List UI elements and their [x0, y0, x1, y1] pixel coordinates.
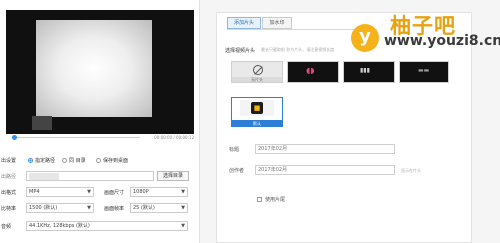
author-hint: 显示在片头: [401, 168, 421, 173]
progress-track[interactable]: [14, 137, 140, 138]
format-row: 出格式 MP4 ▼ 画面尺寸 1080P ▼: [0, 187, 200, 199]
audio-value: 44.1KHz, 128kbps (默认): [29, 223, 90, 229]
framerate-select[interactable]: 25 (默认) ▼: [130, 203, 188, 213]
size-select[interactable]: 1080P ▼: [130, 187, 188, 197]
tile-preview: ■: [240, 100, 274, 116]
checkbox-label: 使用片尾: [265, 197, 286, 203]
intro-tile-none[interactable]: 无片头: [231, 61, 283, 83]
preview-frame: [36, 20, 152, 117]
tab-add-intro[interactable]: 添加片头: [227, 17, 261, 29]
app-logo-icon: ■: [251, 102, 263, 114]
chevron-down-icon: ▼: [87, 205, 91, 211]
watermark-logo-icon: y: [351, 24, 379, 52]
radio-dot-icon: [62, 158, 67, 163]
path-label: 出路径: [1, 174, 17, 180]
size-value: 1080P: [133, 189, 149, 195]
path-row: 出路径 选择目录: [0, 171, 200, 183]
radio-label: 保存到桌面: [103, 158, 129, 164]
path-input[interactable]: [26, 171, 154, 181]
chevron-down-icon: ▼: [181, 205, 185, 211]
select-intro-hint: 最长只截取前 秒为片头，请注意视频长度: [261, 47, 335, 52]
checkbox-icon: [257, 197, 262, 202]
chevron-down-icon: ▼: [181, 189, 185, 195]
format-select[interactable]: MP4 ▼: [26, 187, 94, 197]
audio-label: 音频: [1, 224, 12, 230]
radio-dot-icon: [96, 158, 101, 163]
blurred-text: [29, 173, 59, 180]
radio-desktop[interactable]: 保存到桌面: [96, 157, 128, 164]
bitrate-value: 1500 (默认): [29, 205, 58, 211]
radio-custom-path[interactable]: 指定路径: [28, 157, 55, 164]
framerate-label: 画面帧率: [104, 206, 125, 212]
audio-row: 音频 44.1KHz, 128kbps (默认) ▼: [0, 221, 200, 233]
browse-button[interactable]: 选择目录: [157, 171, 189, 181]
radio-label: 指定路径: [35, 158, 56, 164]
bitrate-row: 比特率 1500 (默认) ▼ 画面帧率 25 (默认) ▼: [0, 203, 200, 215]
output-mode-row: 出设置 指定路径 同 目录 保存到桌面: [0, 155, 200, 167]
radio-dot-icon: [28, 158, 33, 163]
player-controls: 00:00:00 / 00:00:12: [6, 134, 194, 142]
use-outro-checkbox[interactable]: 使用片尾: [257, 196, 285, 203]
intro-tile-4[interactable]: ▬▬: [399, 61, 449, 83]
progress-knob[interactable]: [12, 135, 17, 140]
title-input[interactable]: 2017年02月: [255, 144, 395, 154]
radio-label: 同 目录: [69, 158, 86, 164]
chevron-down-icon: ▼: [181, 223, 185, 229]
app-window: 00:00:00 / 00:00:12 出设置 指定路径 同 目录 保存到桌面 …: [0, 0, 500, 243]
size-label: 画面尺寸: [104, 190, 125, 196]
video-preview[interactable]: [6, 10, 194, 134]
no-symbol-icon: [253, 65, 263, 75]
format-value: MP4: [29, 189, 40, 195]
tile-caption: 默认: [232, 120, 282, 127]
chevron-down-icon: ▼: [87, 189, 91, 195]
neon-logo-icon: ◖◗: [306, 66, 315, 75]
select-intro-label: 选择视频片头: [225, 48, 256, 54]
intro-tile-2[interactable]: ◖◗: [287, 61, 339, 83]
bitrate-select[interactable]: 1500 (默认) ▼: [26, 203, 94, 213]
author-input[interactable]: 2017年02月: [255, 165, 395, 175]
author-label: 创作者: [229, 168, 245, 174]
output-options: 出设置 指定路径 同 目录 保存到桌面 出路径 选择目录 出格式 MP4 ▼ 画…: [0, 150, 200, 243]
tab-watermark[interactable]: 加水印: [262, 17, 292, 29]
radio-same-dir[interactable]: 同 目录: [62, 157, 86, 164]
tile-caption: 无片头: [232, 77, 282, 82]
title-label: 标题: [229, 147, 240, 153]
intro-tile-default[interactable]: ■ 默认: [231, 97, 283, 127]
watermark-url: www.youzi8.cn: [384, 33, 500, 49]
time-readout: 00:00:00 / 00:00:12: [154, 135, 194, 140]
logo-icon: ▮▮▮: [360, 67, 370, 74]
audio-select[interactable]: 44.1KHz, 128kbps (默认) ▼: [26, 221, 188, 231]
framerate-value: 25 (默认): [133, 205, 155, 211]
output-settings-label: 出设置: [1, 158, 17, 164]
intro-tile-3[interactable]: ▮▮▮: [343, 61, 395, 83]
format-label: 出格式: [1, 190, 17, 196]
bitrate-label: 比特率: [1, 206, 17, 212]
preview-thumbnail: [32, 116, 52, 130]
left-pane: 00:00:00 / 00:00:12 出设置 指定路径 同 目录 保存到桌面 …: [0, 0, 200, 243]
logo-icon: ▬▬: [418, 67, 430, 74]
